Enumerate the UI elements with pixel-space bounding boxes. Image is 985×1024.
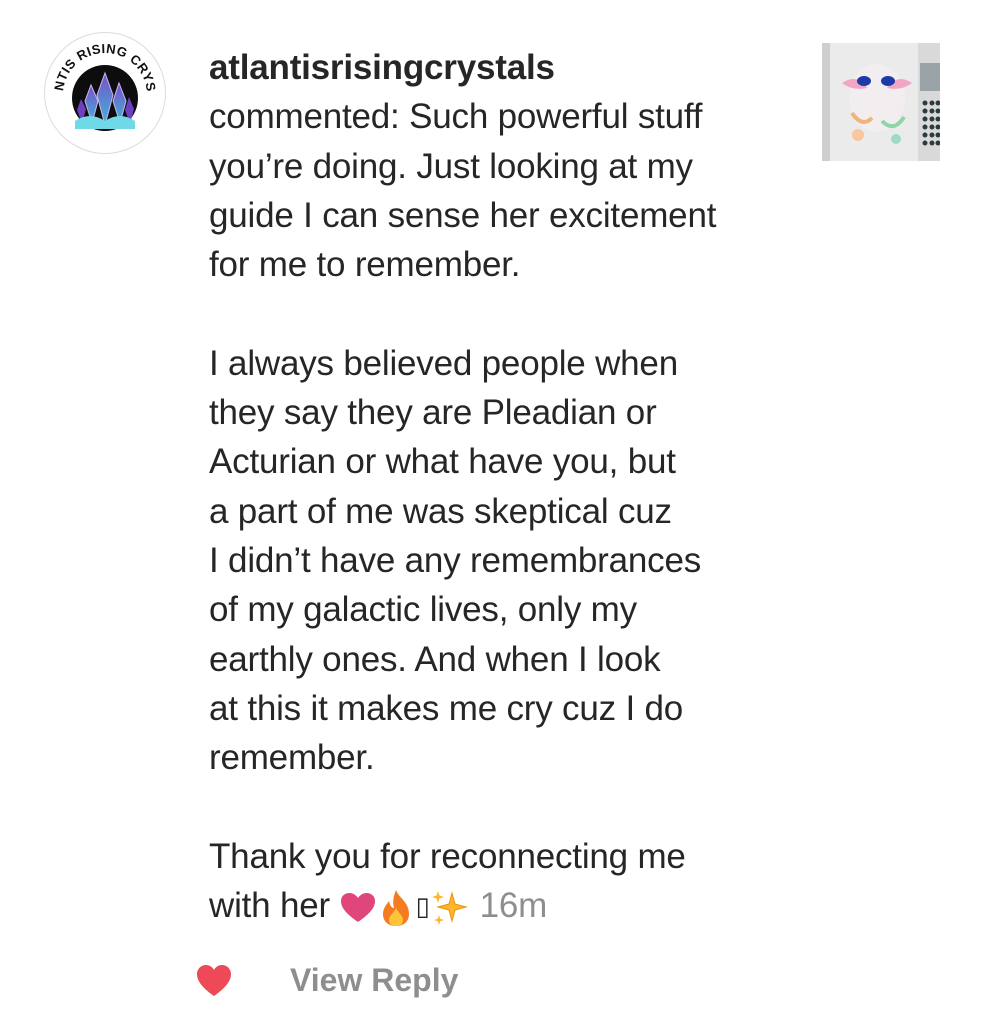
missing-glyph-icon: ▯ [415, 892, 430, 923]
view-reply-button[interactable]: View Reply [290, 962, 458, 999]
sparkles-icon [430, 889, 470, 927]
fire-icon [379, 888, 413, 928]
comment-paragraph-2: I always believed people when they say t… [209, 343, 702, 778]
avatar[interactable]: ATLANTIS RISING CRYSTALS [44, 32, 166, 154]
comment-notification: ATLANTIS RISING CRYSTALS atlantisrisingc… [0, 0, 985, 1024]
comment-actions: View Reply [196, 958, 596, 1008]
username-link[interactable]: atlantisrisingcrystals [209, 43, 799, 92]
comment-paragraph-3-line-1: Thank you for reconnecting me [209, 836, 686, 876]
post-thumbnail[interactable] [822, 43, 940, 161]
comment-paragraph-3-line-2: with her ▯ 16m [209, 881, 799, 932]
comment-paragraph-1: commented: Such powerful stuff you’re do… [209, 97, 717, 285]
alien-painting-thumbnail [822, 43, 940, 161]
crystal-logo-icon: ATLANTIS RISING CRYSTALS [45, 33, 164, 152]
timestamp: 16m [479, 886, 548, 926]
heart-icon [197, 965, 231, 996]
comment-closing-text: with her [209, 886, 330, 926]
comment-text: atlantisrisingcrystals commented: Such p… [209, 43, 799, 932]
heart-icon [339, 891, 377, 925]
like-button[interactable] [196, 964, 232, 998]
